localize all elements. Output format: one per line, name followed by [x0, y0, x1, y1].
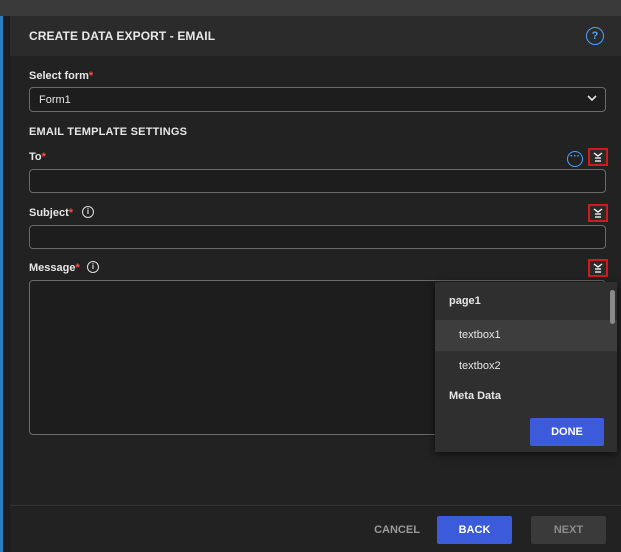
insert-field-message-button[interactable] — [588, 259, 608, 277]
next-button[interactable]: NEXT — [531, 516, 606, 544]
required-asterisk: * — [75, 262, 80, 274]
more-options-icon[interactable]: ··· — [567, 151, 583, 167]
done-button[interactable]: DONE — [530, 418, 604, 446]
to-input[interactable] — [29, 169, 606, 193]
select-form-label: Select form* — [29, 70, 93, 82]
field-item-textbox2[interactable]: textbox2 — [435, 351, 617, 382]
required-asterisk: * — [41, 151, 46, 163]
field-group-meta-data[interactable]: Meta Data — [435, 390, 621, 402]
insert-field-icon — [593, 152, 603, 162]
subject-input[interactable] — [29, 225, 606, 249]
select-form-value: Form1 — [39, 94, 71, 106]
insert-field-subject-button[interactable] — [588, 204, 608, 222]
email-template-heading: EMAIL TEMPLATE SETTINGS — [29, 126, 188, 138]
insert-field-icon — [593, 208, 603, 218]
background-window-strip — [0, 0, 621, 16]
required-asterisk: * — [88, 70, 94, 82]
insert-field-icon — [593, 263, 603, 273]
subject-label-text: Subject — [29, 207, 69, 219]
dialog-title: CREATE DATA EXPORT - EMAIL — [29, 29, 216, 43]
subject-label: Subject* — [29, 207, 73, 219]
window-left-edge — [0, 16, 3, 552]
back-button[interactable]: BACK — [437, 516, 512, 544]
cancel-button[interactable]: CANCEL — [366, 516, 428, 544]
message-label-text: Message — [29, 262, 76, 274]
panel-scrollbar[interactable] — [610, 290, 615, 324]
to-label-text: To — [29, 151, 42, 163]
chevron-down-icon[interactable] — [586, 92, 598, 107]
info-icon[interactable]: i — [87, 261, 99, 273]
select-form-label-text: Select form — [29, 70, 89, 82]
required-asterisk: * — [68, 207, 74, 219]
field-item-textbox1[interactable]: textbox1 — [435, 320, 617, 351]
select-form-dropdown[interactable] — [29, 87, 606, 112]
message-label: Message* — [29, 262, 80, 274]
insert-field-to-button[interactable] — [588, 148, 608, 166]
footer-divider — [10, 505, 621, 506]
info-icon[interactable]: i — [82, 206, 94, 218]
to-label: To* — [29, 151, 46, 163]
insert-field-panel: page1 textbox1 textbox2 Meta Data DONE — [435, 282, 617, 452]
help-icon[interactable]: ? — [586, 27, 604, 45]
field-group-page1: page1 — [449, 295, 481, 307]
